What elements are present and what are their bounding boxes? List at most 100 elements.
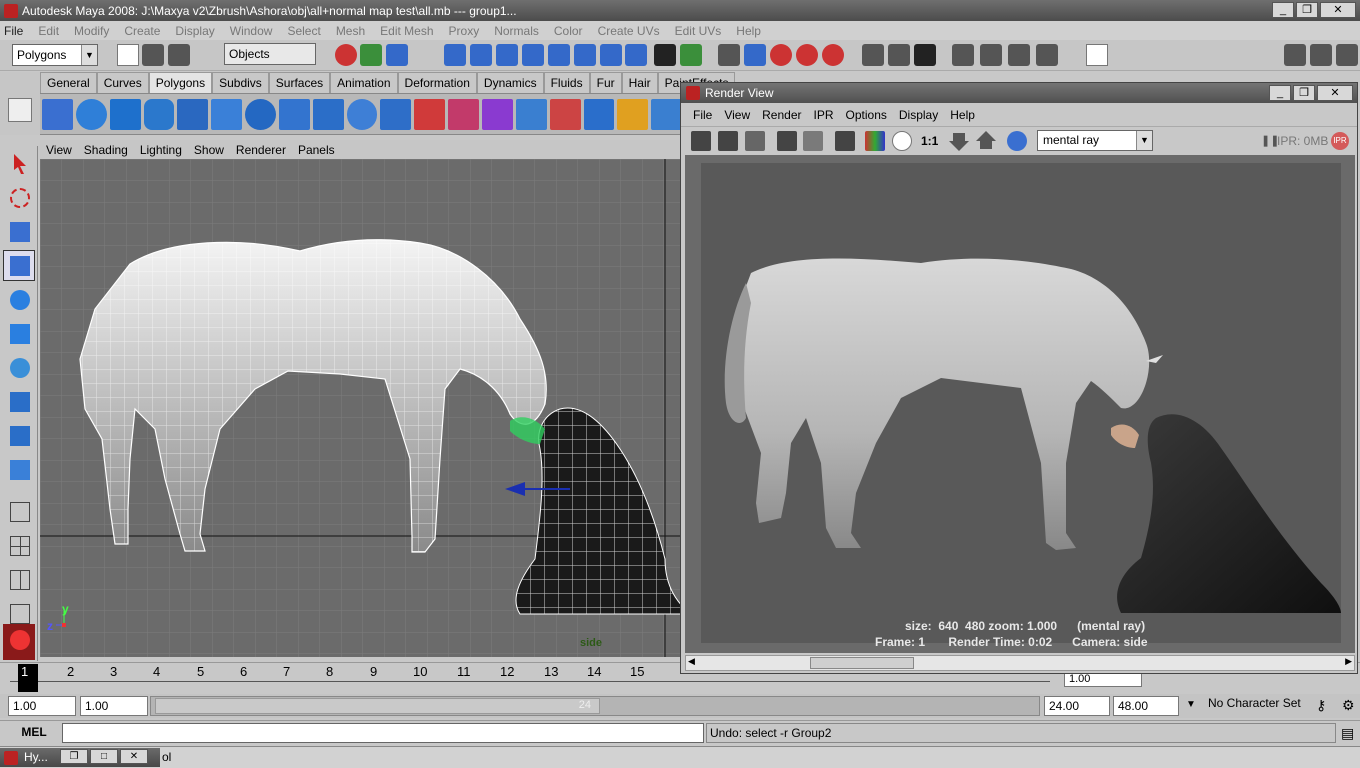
mask-dynamics-icon[interactable] bbox=[574, 44, 596, 66]
render-settings-icon[interactable] bbox=[1036, 44, 1058, 66]
layout-four-pane[interactable] bbox=[3, 530, 35, 561]
ipr-render-icon[interactable] bbox=[980, 44, 1002, 66]
render-frame-icon[interactable] bbox=[952, 44, 974, 66]
poly-sphere-icon[interactable] bbox=[75, 98, 107, 130]
start-time-field[interactable]: 1.00 bbox=[8, 696, 76, 716]
layout-single-pane[interactable] bbox=[3, 496, 35, 527]
smooth-icon[interactable] bbox=[481, 98, 513, 130]
real-size-button[interactable]: 1:1 bbox=[921, 134, 938, 148]
menu-file[interactable]: File bbox=[4, 24, 23, 38]
end-time-field[interactable]: 48.00 bbox=[1113, 696, 1179, 716]
restore-button[interactable]: ❐ bbox=[60, 749, 88, 764]
poly-cylinder-icon[interactable] bbox=[143, 98, 175, 130]
move-tool[interactable] bbox=[3, 250, 35, 281]
scroll-right-icon[interactable]: ▶ bbox=[1345, 656, 1352, 667]
character-set-chevron-icon[interactable]: ▼ bbox=[1186, 699, 1196, 710]
rv-menu-file[interactable]: File bbox=[693, 108, 712, 122]
poly-cone-icon[interactable] bbox=[177, 98, 209, 130]
shelf-tab-general[interactable]: General bbox=[40, 72, 97, 93]
refresh-ipr-icon[interactable] bbox=[803, 131, 823, 151]
current-frame-marker[interactable]: 1 bbox=[18, 664, 38, 692]
shelf-tab-fur[interactable]: Fur bbox=[589, 72, 622, 93]
minimize-button[interactable]: _ bbox=[1272, 2, 1294, 18]
keep-image-icon[interactable] bbox=[949, 133, 969, 151]
show-manipulator-tool[interactable] bbox=[3, 420, 35, 451]
shelf-tab-subdivs[interactable]: Subdivs bbox=[212, 72, 269, 93]
snap-grid-icon[interactable] bbox=[718, 44, 740, 66]
universal-manipulator-tool[interactable] bbox=[3, 352, 35, 383]
snap-point-icon[interactable] bbox=[770, 44, 792, 66]
rendered-image[interactable] bbox=[701, 163, 1341, 643]
tool-settings-icon[interactable] bbox=[1310, 44, 1332, 66]
bridge-icon[interactable] bbox=[549, 98, 581, 130]
menu-display[interactable]: Display bbox=[175, 24, 214, 38]
last-tool[interactable] bbox=[3, 454, 35, 485]
viewport-menu-renderer[interactable]: Renderer bbox=[236, 143, 286, 157]
render-settings-icon[interactable] bbox=[835, 131, 855, 151]
new-scene-icon[interactable] bbox=[117, 44, 139, 66]
poly-plane-icon[interactable] bbox=[211, 98, 243, 130]
rv-menu-options[interactable]: Options bbox=[846, 108, 887, 122]
menu-proxy[interactable]: Proxy bbox=[449, 24, 480, 38]
snap-view-plane-icon[interactable] bbox=[796, 44, 818, 66]
render-view-minimize-button[interactable]: _ bbox=[1269, 85, 1291, 101]
viewport-menu-lighting[interactable]: Lighting bbox=[140, 143, 182, 157]
layout-side-by-side[interactable] bbox=[3, 564, 35, 595]
close-button[interactable]: ✕ bbox=[1320, 2, 1356, 18]
menu-edit-mesh[interactable]: Edit Mesh bbox=[380, 24, 433, 38]
poly-cube-icon[interactable] bbox=[109, 98, 141, 130]
select-component-icon[interactable] bbox=[386, 44, 408, 66]
combine-icon[interactable] bbox=[380, 98, 412, 130]
lasso-tool[interactable] bbox=[3, 182, 35, 213]
menuset-dropdown[interactable]: Polygons ▼ bbox=[12, 44, 98, 66]
mask-surfaces-icon[interactable] bbox=[522, 44, 544, 66]
render-view-maximize-button[interactable]: ❐ bbox=[1293, 85, 1315, 101]
ipr-icon[interactable] bbox=[1008, 44, 1030, 66]
open-scene-icon[interactable] bbox=[142, 44, 164, 66]
mask-deformations-icon[interactable] bbox=[548, 44, 570, 66]
highlight-selection-icon[interactable] bbox=[680, 44, 702, 66]
menu-create-uvs[interactable]: Create UVs bbox=[598, 24, 660, 38]
select-hierarchy-icon[interactable] bbox=[335, 44, 357, 66]
select-tool[interactable] bbox=[3, 148, 35, 179]
shelf-tab-animation[interactable]: Animation bbox=[330, 72, 398, 93]
renderer-dropdown[interactable]: mental ray ▼ bbox=[1037, 130, 1153, 151]
rv-menu-help[interactable]: Help bbox=[950, 108, 975, 122]
channel-box-icon[interactable] bbox=[1336, 44, 1358, 66]
scroll-left-icon[interactable]: ◀ bbox=[688, 656, 695, 667]
poly-platonic-icon[interactable] bbox=[346, 98, 378, 130]
input-ops-icon[interactable] bbox=[862, 44, 884, 66]
shelf-tab-hair[interactable]: Hair bbox=[621, 72, 658, 93]
mask-curves-icon[interactable] bbox=[496, 44, 518, 66]
menu-normals[interactable]: Normals bbox=[494, 24, 539, 38]
rv-menu-display[interactable]: Display bbox=[899, 108, 938, 122]
shelf-tab-deformation[interactable]: Deformation bbox=[397, 72, 477, 93]
script-language-toggle[interactable]: MEL bbox=[8, 725, 60, 743]
construction-history-icon[interactable] bbox=[914, 44, 936, 66]
shelf-menu-icon[interactable] bbox=[8, 98, 32, 122]
scroll-thumb[interactable] bbox=[810, 657, 914, 669]
menu-edit[interactable]: Edit bbox=[38, 24, 59, 38]
mask-rendering-icon[interactable] bbox=[600, 44, 622, 66]
shelf-tab-curves[interactable]: Curves bbox=[96, 72, 149, 93]
poly-pipe-icon[interactable] bbox=[312, 98, 344, 130]
remove-image-icon[interactable] bbox=[976, 131, 996, 149]
snapshot-icon[interactable] bbox=[745, 131, 765, 151]
poly-prism-icon[interactable] bbox=[278, 98, 310, 130]
absolute-transform-icon[interactable] bbox=[1086, 44, 1108, 66]
separate-icon[interactable] bbox=[414, 98, 446, 130]
rotate-tool[interactable] bbox=[3, 284, 35, 315]
close-button[interactable]: ✕ bbox=[120, 749, 148, 764]
menu-color[interactable]: Color bbox=[554, 24, 583, 38]
help-icon[interactable] bbox=[625, 44, 647, 66]
render-view-close-button[interactable]: ✕ bbox=[1317, 85, 1353, 101]
display-alpha-icon[interactable] bbox=[892, 131, 912, 151]
lock-selection-icon[interactable] bbox=[654, 44, 676, 66]
display-rgb-icon[interactable] bbox=[865, 131, 885, 151]
playback-start-field[interactable]: 1.00 bbox=[80, 696, 148, 716]
mask-joints-icon[interactable] bbox=[470, 44, 492, 66]
shelf-tab-dynamics[interactable]: Dynamics bbox=[476, 72, 544, 93]
selection-mode-dropdown[interactable]: Objects bbox=[224, 43, 316, 65]
viewport-menu-panels[interactable]: Panels bbox=[298, 143, 335, 157]
append-polygon-icon[interactable] bbox=[583, 98, 615, 130]
